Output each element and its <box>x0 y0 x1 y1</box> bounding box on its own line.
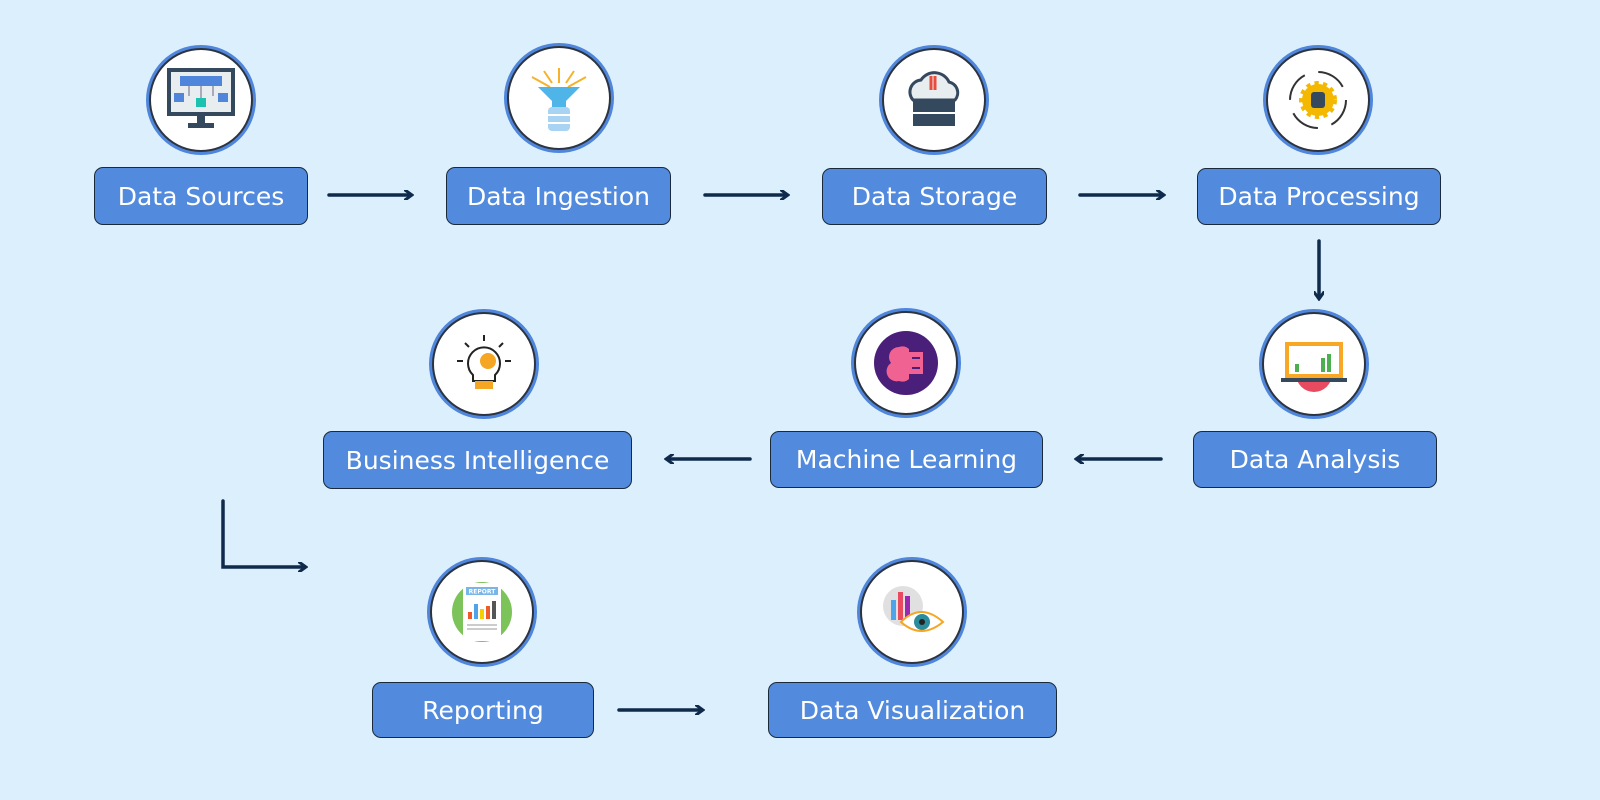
monitor-network-icon <box>149 48 253 152</box>
node-data-processing: Data Processing <box>1197 168 1441 225</box>
report-chart-icon: REPORT <box>430 560 534 664</box>
laptop-chart-icon <box>1262 312 1366 416</box>
node-machine-learning: Machine Learning <box>770 431 1043 488</box>
arrow-bi-to-reporting <box>221 499 305 567</box>
gear-database-cycle-icon <box>1266 48 1370 152</box>
node-data-sources: Data Sources <box>94 167 308 225</box>
chart-eye-icon <box>860 560 964 664</box>
node-reporting: Reporting <box>372 682 594 738</box>
node-business-intelligence: Business Intelligence <box>323 431 632 489</box>
lightbulb-gear-icon <box>432 312 536 416</box>
svg-text:REPORT: REPORT <box>469 589 497 596</box>
node-data-storage: Data Storage <box>822 168 1047 225</box>
node-data-analysis: Data Analysis <box>1193 431 1437 488</box>
node-data-ingestion: Data Ingestion <box>446 167 671 225</box>
cloud-server-icon <box>882 48 986 152</box>
node-data-visualization: Data Visualization <box>768 682 1057 738</box>
funnel-database-icon <box>507 46 611 150</box>
brain-chip-icon <box>854 311 958 415</box>
